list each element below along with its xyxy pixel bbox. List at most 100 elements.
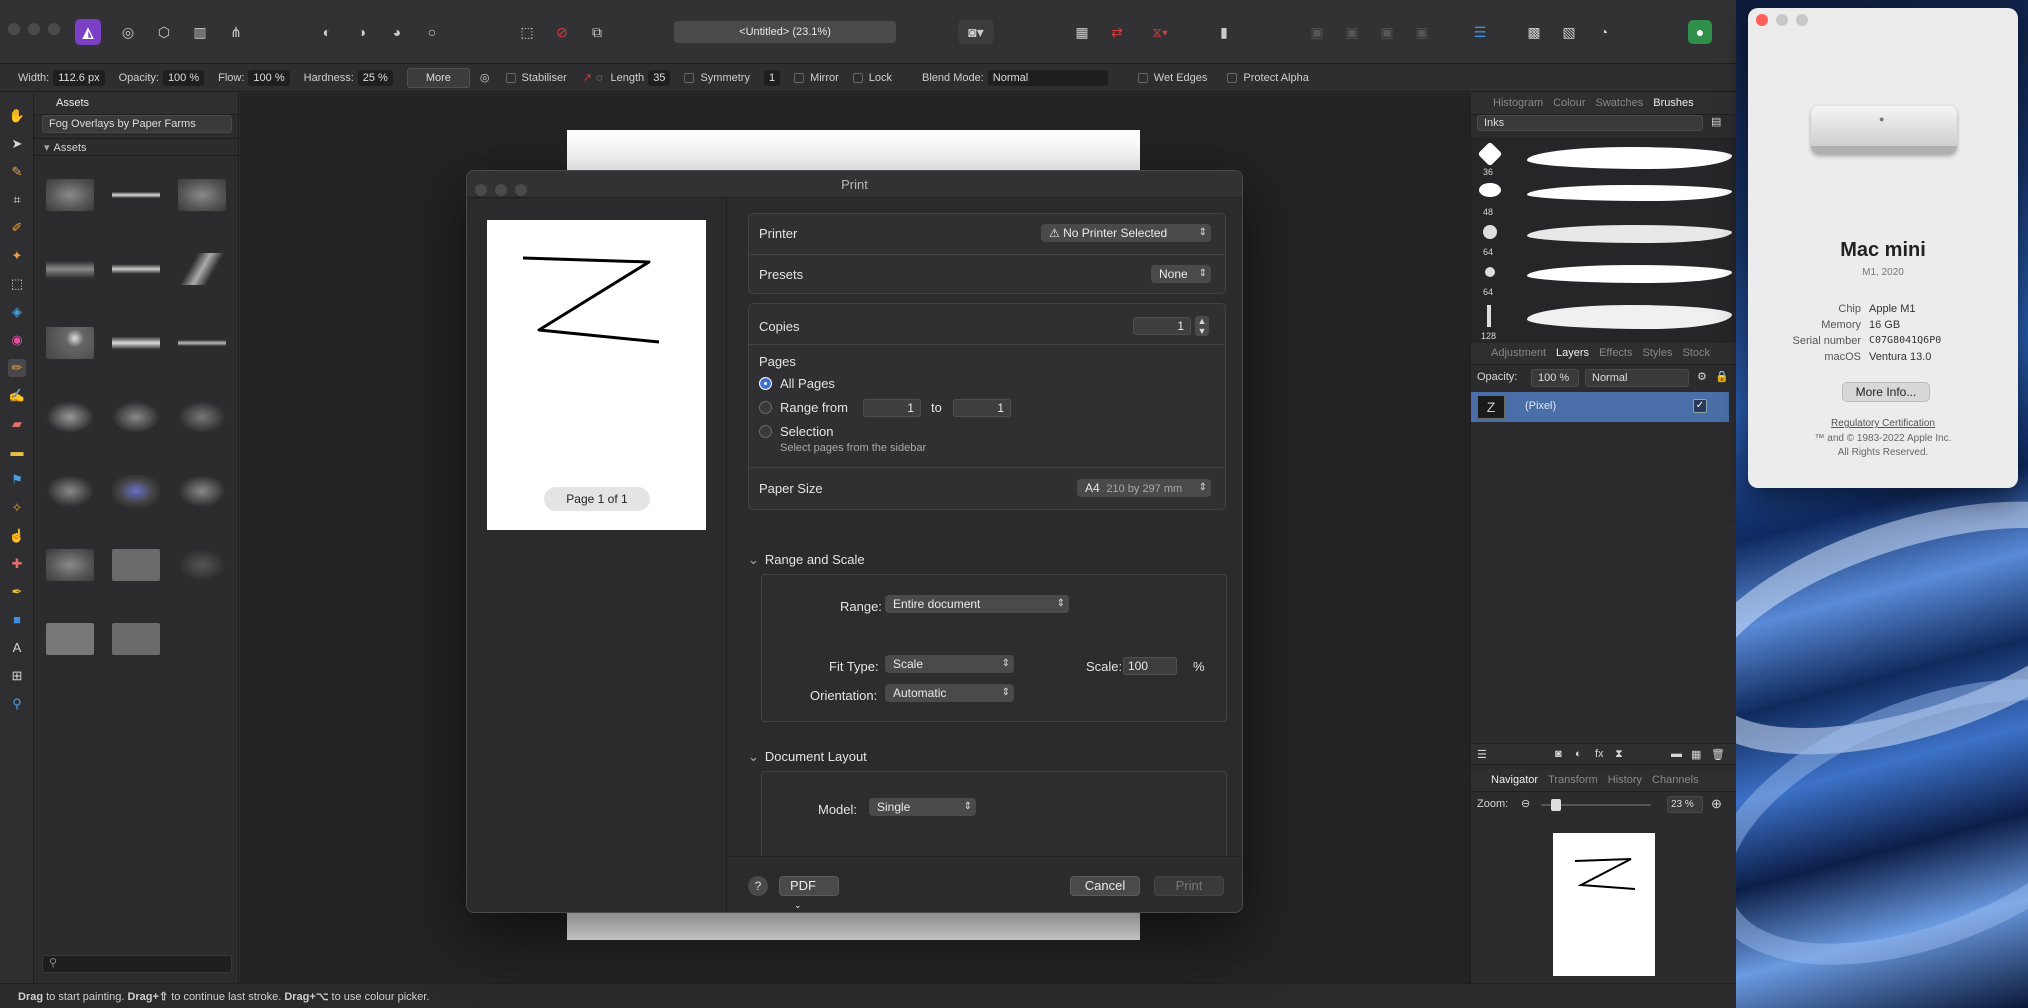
zoom-slider[interactable] [1541,799,1651,811]
range-from-field[interactable]: 1 [863,399,921,417]
brush-preview[interactable] [1527,147,1732,169]
asset-thumbnail[interactable] [178,549,226,581]
tab-histogram[interactable]: Histogram [1493,97,1543,110]
assets-section-header[interactable]: ▾ Assets [34,138,239,156]
tab-layers[interactable]: Layers [1556,347,1589,360]
asset-thumbnail[interactable] [112,401,160,433]
dialog-minimize-button[interactable] [495,184,507,196]
close-window-button[interactable] [8,23,20,35]
all-pages-radio[interactable] [759,377,772,390]
document-title[interactable]: <Untitled> (23.1%) [674,21,896,43]
brush-preview[interactable] [1527,225,1732,243]
layer-row[interactable]: Z (Pixel) ✓ [1471,392,1729,422]
text-tool-icon[interactable]: A [8,639,26,657]
pen-tool-icon[interactable]: ✒ [8,583,26,601]
color-picker-tool-icon[interactable]: ✎ [8,163,26,181]
asset-thumbnail[interactable] [178,179,226,211]
auto-colors-icon[interactable]: ◕ [385,20,409,44]
more-info-button[interactable]: More Info... [1842,382,1930,402]
tab-history[interactable]: History [1608,774,1642,787]
asset-thumbnail[interactable] [112,623,160,655]
zoom-window-button[interactable] [48,23,60,35]
tab-stock[interactable]: Stock [1682,347,1710,360]
protect-alpha-checkbox[interactable] [1227,72,1238,83]
blemish-removal-tool-icon[interactable]: ✧ [8,499,26,517]
symmetry-count-field[interactable]: 1 [763,69,781,86]
length-field[interactable]: 35 [648,69,671,86]
print-button[interactable]: Print [1154,876,1224,896]
print-preview-page[interactable]: Page 1 of 1 [487,220,706,530]
zoom-tool-icon[interactable]: ⚲ [8,695,26,713]
dialog-close-button[interactable] [475,184,487,196]
asset-thumbnail[interactable] [46,475,94,507]
red-eye-tool-icon[interactable]: ✚ [8,555,26,573]
copies-stepper[interactable]: ▲ ▼ [1195,316,1209,336]
zoom-slider-handle[interactable] [1551,799,1561,811]
add-layer-icon[interactable]: ▩ [1522,20,1546,44]
range-select[interactable]: Entire document [885,595,1069,613]
zoom-field[interactable]: 23 % [1667,796,1703,813]
intersect-layer-icon[interactable]: ◔ [1592,20,1616,44]
lock-checkbox[interactable] [852,72,863,83]
mirror-checkbox[interactable] [794,72,805,83]
brush-options-icon[interactable]: ◎ [480,71,490,84]
layer-blend-mode-select[interactable]: Normal [1585,369,1689,387]
user-account-icon[interactable]: ● [1688,20,1712,44]
blend-mode-select[interactable]: Normal [987,69,1108,86]
tab-styles[interactable]: Styles [1643,347,1673,360]
brush-preview[interactable] [1527,265,1732,283]
navigator-preview[interactable] [1553,833,1655,976]
tab-adjustment[interactable]: Adjustment [1491,347,1546,360]
new-pixel-layer-icon[interactable]: ▦ [1691,748,1701,761]
fx-layer-icon[interactable]: fx [1595,748,1604,760]
erase-brush-tool-icon[interactable]: ▰ [8,415,26,433]
about-close-button[interactable] [1756,14,1768,26]
adjustment-layer-icon[interactable]: ◐ [1575,748,1582,760]
clone-brush-tool-icon[interactable]: ⚑ [8,471,26,489]
layer-opacity-field[interactable]: 100 % [1531,369,1579,387]
auto-white-balance-icon[interactable]: ○ [420,20,444,44]
scale-field[interactable]: 100 [1123,657,1177,675]
brush-list-view-icon[interactable]: ▤ [1711,115,1721,128]
color-replacement-tool-icon[interactable]: ✍ [8,387,26,405]
layer-lock-icon[interactable]: 🔒 [1715,370,1729,383]
range-to-field[interactable]: 1 [953,399,1011,417]
asset-thumbnail[interactable] [178,401,226,433]
zoom-in-icon[interactable]: ⊕ [1711,796,1722,812]
asset-thumbnail[interactable] [46,401,94,433]
layer-settings-icon[interactable]: ⚙ [1697,370,1707,383]
asset-thumbnail[interactable] [112,475,160,507]
export-persona-icon[interactable]: ⋔ [224,20,248,44]
arrange-forward-icon[interactable]: ▣ [1375,20,1399,44]
minimize-window-button[interactable] [28,23,40,35]
presets-select[interactable]: None [1151,265,1211,283]
brush-icon[interactable]: ▮ [1212,20,1236,44]
flood-select-tool-icon[interactable]: ✦ [8,247,26,265]
gradient-tool-icon[interactable]: ◉ [8,331,26,349]
arrange-backward-icon[interactable]: ▣ [1340,20,1364,44]
range-scale-header[interactable]: ⌄ Range and Scale [748,552,865,568]
zoom-out-icon[interactable]: ⊖ [1521,797,1530,810]
arrange-front-icon[interactable]: ▣ [1410,20,1434,44]
move-tool-icon[interactable]: ➤ [8,135,26,153]
develop-persona-icon[interactable]: ⬡ [152,20,176,44]
brush-category-select[interactable]: Inks [1477,115,1703,131]
brush-preview[interactable] [1527,305,1732,329]
asset-thumbnail[interactable] [112,327,160,359]
assistant-icon[interactable]: ▦ [1070,20,1094,44]
about-minimize-button[interactable] [1776,14,1788,26]
invert-selection-icon[interactable]: ⧉ [585,20,609,44]
stabiliser-checkbox[interactable] [505,72,516,83]
force-pixel-alignment-icon[interactable]: ⧖▾ [1140,20,1180,44]
asset-search-input[interactable]: ⚲ [42,955,232,973]
tab-navigator[interactable]: Navigator [1491,774,1538,787]
rope-mode-icon[interactable]: ↗ [583,71,592,84]
tone-mapping-persona-icon[interactable]: ▥ [188,20,212,44]
tab-swatches[interactable]: Swatches [1596,97,1644,110]
asset-thumbnail[interactable] [46,179,94,211]
auto-levels-icon[interactable]: ◐ [315,20,339,44]
about-zoom-button[interactable] [1796,14,1808,26]
asset-thumbnail[interactable] [112,253,160,285]
live-filter-icon[interactable]: ⧗ [1615,748,1623,761]
quick-mask-icon[interactable]: ◙▾ [958,20,994,44]
